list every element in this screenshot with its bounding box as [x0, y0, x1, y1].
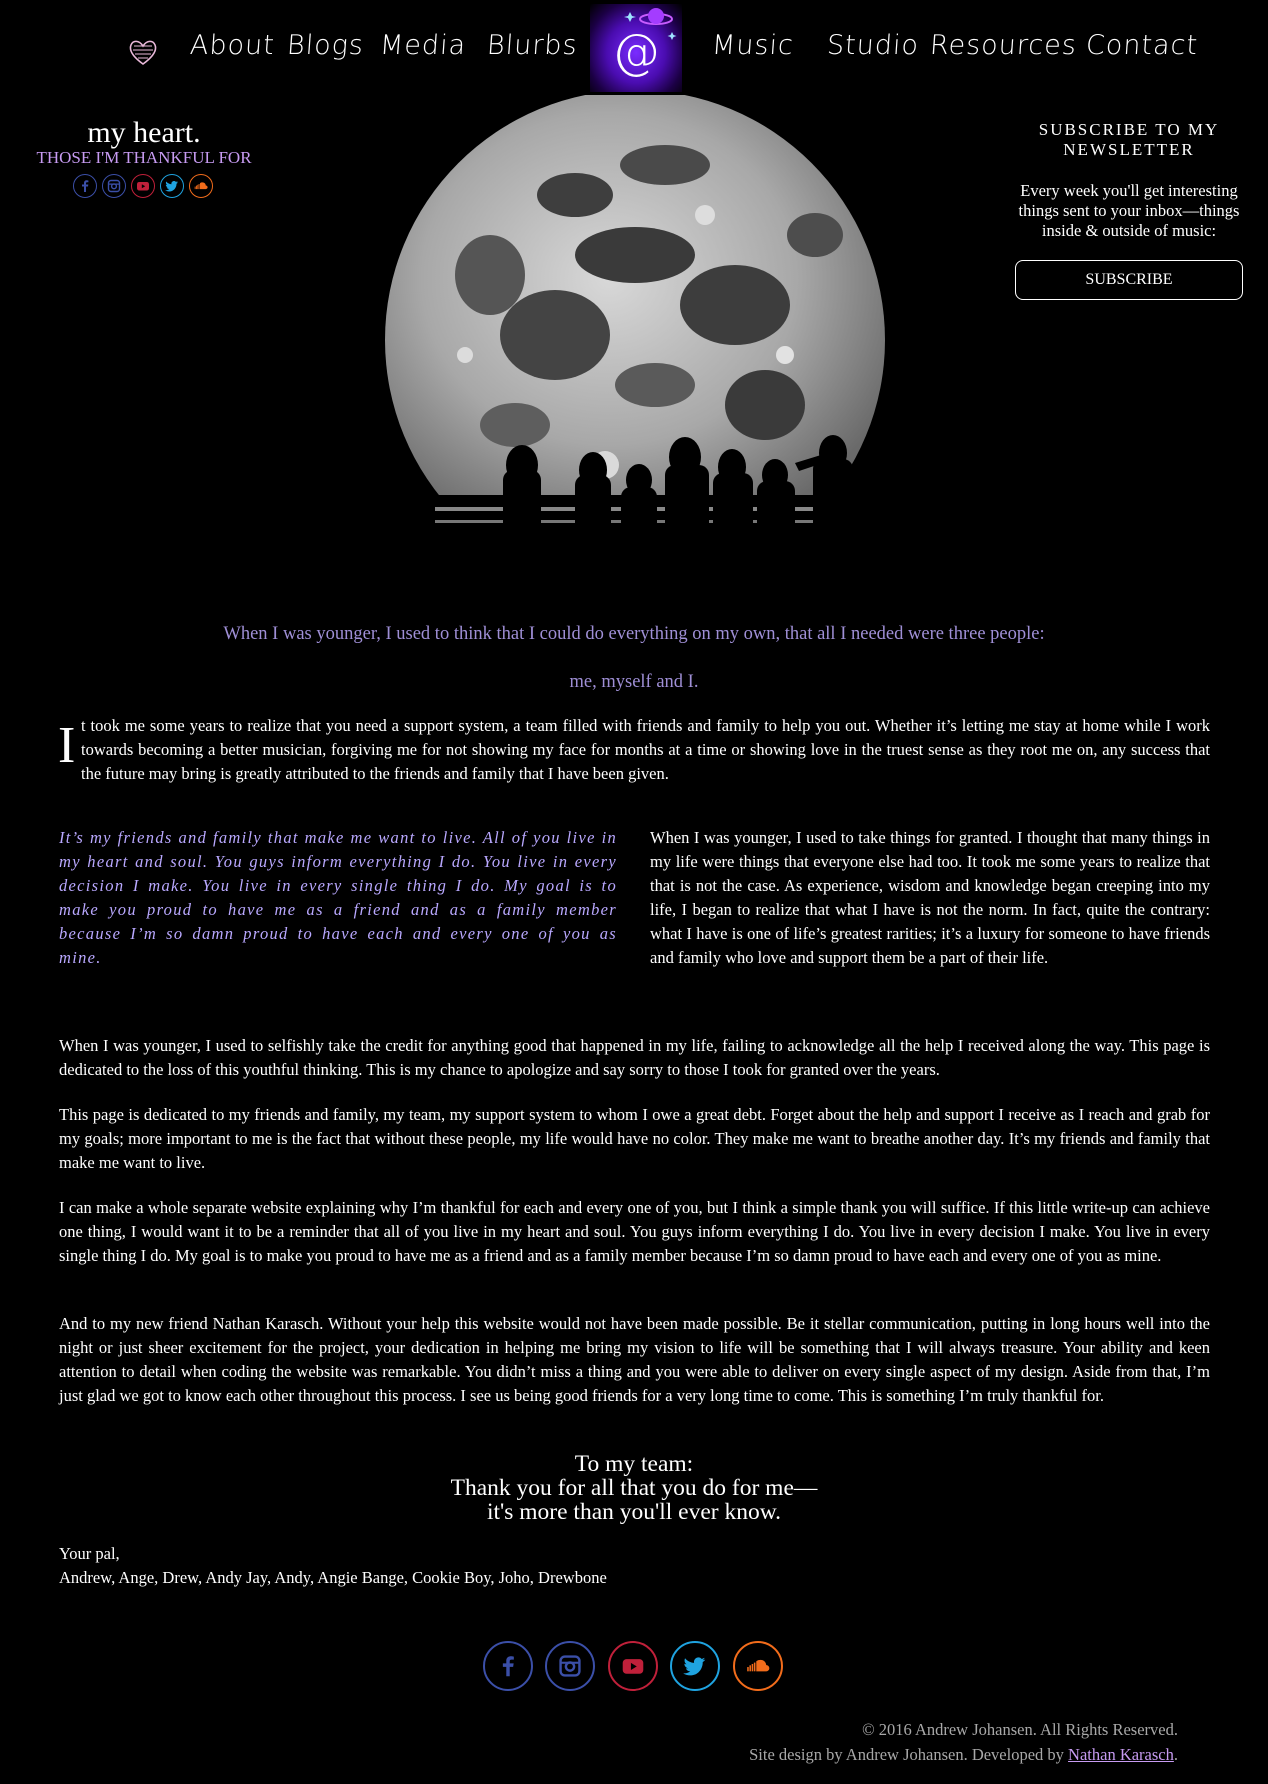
pull-quote: It’s my friends and family that make me …	[59, 828, 617, 967]
header-youtube-link[interactable]	[131, 174, 155, 198]
footer-twitter-link[interactable]	[670, 1641, 720, 1691]
footer-facebook-link[interactable]	[483, 1641, 533, 1691]
heart-icon[interactable]	[128, 38, 158, 66]
page-subtitle: THOSE I'M THANKFUL FOR	[36, 148, 252, 167]
nav-music[interactable]: Music	[711, 30, 795, 61]
footer-youtube-link[interactable]	[608, 1641, 658, 1691]
logo-glyph: @	[612, 24, 660, 80]
nav-resources[interactable]: Resources	[929, 30, 1078, 61]
lead-line-2: me, myself and I.	[569, 672, 699, 692]
nav-about[interactable]: About	[189, 30, 276, 61]
header-soundcloud-link[interactable]	[189, 174, 213, 198]
drop-cap: I	[58, 717, 76, 774]
thanks-line-3: it's more than you'll ever know.	[486, 1499, 782, 1525]
facebook-icon	[502, 1656, 514, 1677]
twitter-icon	[165, 181, 178, 192]
credit-suffix: .	[1173, 1745, 1178, 1764]
header-instagram-link[interactable]	[102, 174, 126, 198]
newsletter-text: Every week you'll get interesting things…	[1018, 181, 1240, 240]
moon-silhouette-image	[375, 95, 895, 555]
page-title: my heart.	[87, 116, 201, 149]
lead-line-1: When I was younger, I used to think that…	[223, 624, 1045, 644]
nav-studio[interactable]: Studio	[826, 30, 920, 61]
youtube-icon	[137, 182, 149, 191]
site-credit: Site design by Andrew Johansen. Develope…	[749, 1745, 1178, 1765]
paragraph-2: This page is dedicated to my friends and…	[59, 1105, 1210, 1172]
instagram-icon	[107, 179, 121, 193]
twitter-icon	[683, 1657, 706, 1676]
thanks-line-1: To my team:	[574, 1451, 694, 1477]
paragraph-3: I can make a whole separate website expl…	[59, 1198, 1210, 1265]
signoff-line-1: Your pal,	[59, 1544, 120, 1563]
intro-paragraph: t took me some years to realize that you…	[81, 716, 1210, 783]
instagram-icon	[559, 1655, 581, 1677]
newsletter-title: SUBSCRIBE TO MY NEWSLETTER	[1038, 120, 1220, 159]
paragraph-1: When I was younger, I used to selfishly …	[59, 1036, 1210, 1079]
copyright: © 2016 Andrew Johansen. All Rights Reser…	[862, 1720, 1178, 1739]
subscribe-button[interactable]: SUBSCRIBE	[1015, 260, 1243, 300]
header-facebook-link[interactable]	[73, 174, 97, 198]
site-logo[interactable]: @	[590, 4, 682, 92]
soundcloud-icon	[747, 1659, 770, 1672]
signoff-names: Andrew, Ange, Drew, Andy Jay, Andy, Angi…	[59, 1568, 607, 1587]
footer-soundcloud-link[interactable]	[733, 1641, 783, 1691]
paragraph-4: And to my new friend Nathan Karasch. Wit…	[59, 1314, 1210, 1405]
footer-instagram-link[interactable]	[545, 1641, 595, 1691]
nav-media[interactable]: Media	[379, 30, 467, 61]
developer-link[interactable]: Nathan Karasch	[1068, 1745, 1174, 1764]
credit-prefix: Site design by Andrew Johansen. Develope…	[749, 1745, 1069, 1764]
nav-blogs[interactable]: Blogs	[286, 30, 365, 61]
soundcloud-icon	[194, 182, 208, 190]
nav-blurbs[interactable]: Blurbs	[486, 30, 579, 61]
youtube-icon	[622, 1659, 644, 1674]
nav-contact[interactable]: Contact	[1085, 30, 1199, 61]
thanks-line-2: Thank you for all that you do for me—	[450, 1475, 818, 1501]
facebook-icon	[82, 180, 89, 192]
header-twitter-link[interactable]	[160, 174, 184, 198]
right-column-paragraph: When I was younger, I used to take thing…	[650, 828, 1210, 967]
